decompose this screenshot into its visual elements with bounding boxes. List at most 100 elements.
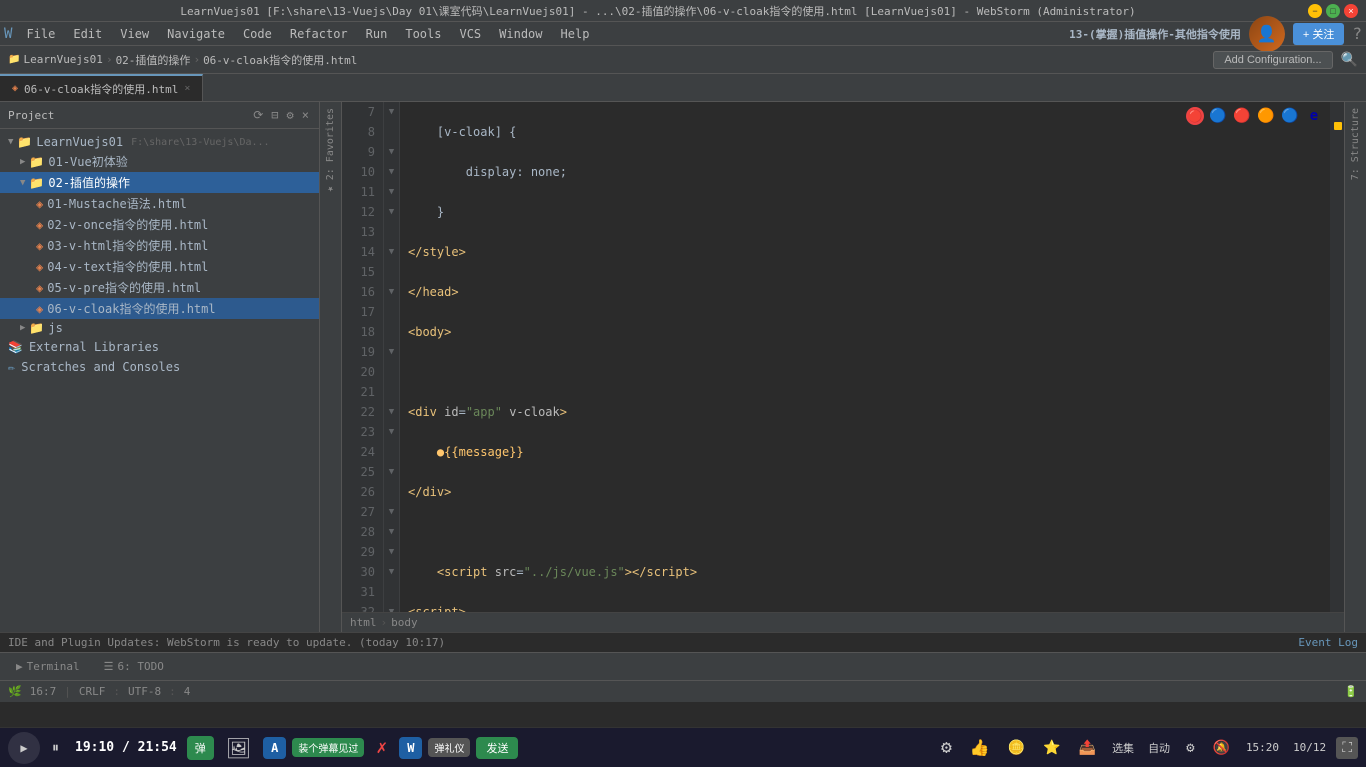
favorites-tab[interactable]: ★ 2: Favorites [322,102,339,200]
sys-tray-quality[interactable]: ⚙ [1180,736,1200,760]
fold-25[interactable]: ▼ [384,462,399,482]
menu-edit[interactable]: Edit [65,25,110,43]
fold-10[interactable]: ▼ [384,162,399,182]
sidebar-close-icon[interactable]: × [300,106,311,124]
taskbar-app-red[interactable]: ✗ [370,733,393,762]
indent-info: 4 [180,685,195,698]
structure-tab[interactable]: 7: Structure [1347,102,1364,186]
sidebar-sync-icon[interactable]: ⟳ [251,106,265,124]
add-config-button[interactable]: Add Configuration... [1213,51,1332,69]
menu-help[interactable]: Help [553,25,598,43]
fold-14[interactable]: ▼ [384,242,399,262]
fold-9[interactable]: ▼ [384,142,399,162]
editor-breadcrumb: html › body [342,612,1344,632]
tab-label: 06-v-cloak指令的使用.html [24,81,178,97]
tree-folder-01[interactable]: ▶ 📁 01-Vue初体验 [0,151,319,172]
fold-30[interactable]: ▼ [384,562,399,582]
sidebar-settings-icon[interactable]: ⚙ [285,106,296,124]
taskbar-send-button[interactable]: 发送 [476,737,518,759]
fold-19[interactable]: ▼ [384,342,399,362]
fold-22[interactable]: ▼ [384,402,399,422]
taskbar-app-blue[interactable]: A [263,737,286,759]
menu-refactor[interactable]: Refactor [282,25,356,43]
fold-32[interactable]: ▼ [384,602,399,612]
follow-button[interactable]: + 关注 [1293,23,1344,45]
tree-file-01mustache[interactable]: ◈ 01-Mustache语法.html [0,193,319,214]
pause-button[interactable]: ⏸ [46,736,65,760]
breadcrumb-file[interactable]: 06-v-cloak指令的使用.html [203,52,357,68]
code-editor: 🔴 🔵 🔴 🟠 🔵 e 7 8 9 10 11 12 13 14 15 16 1… [342,102,1344,632]
fold-16[interactable]: ▼ [384,282,399,302]
menu-window[interactable]: Window [491,25,550,43]
fold-23[interactable]: ▼ [384,422,399,442]
fold-28[interactable]: ▼ [384,522,399,542]
tab-close-button[interactable]: × [184,83,190,94]
code-area[interactable]: 7 8 9 10 11 12 13 14 15 16 17 18 19 20 2… [342,102,1344,612]
ie-btn[interactable]: e [1304,106,1324,126]
event-log-link[interactable]: Event Log [1298,636,1358,649]
menu-view[interactable]: View [112,25,157,43]
todo-icon: ☰ [104,660,114,673]
fold-indicators: ▼ ▼ ▼ ▼ ▼ ▼ ▼ ▼ ▼ ▼ ▼ ▼ [384,102,400,612]
fullscreen-button[interactable]: ⛶ [1336,737,1358,759]
tree-folder-02[interactable]: ▼ 📁 02-插值的操作 [0,172,319,193]
menu-run[interactable]: Run [358,25,396,43]
taskbar-app-word[interactable]: W [399,737,422,759]
safari-btn[interactable]: 🟠 [1256,106,1276,126]
folder-arrow-01: ▶ [20,157,25,167]
fold-27[interactable]: ▼ [384,502,399,522]
user-avatar[interactable]: 👤 [1249,16,1285,52]
chrome-btn[interactable]: 🔴 [1186,107,1204,125]
fold-7[interactable]: ▼ [384,102,399,122]
terminal-button[interactable]: ▶ Terminal [8,658,88,675]
tree-folder-js[interactable]: ▶ 📁 js [0,319,319,337]
breadcrumb-folder[interactable]: 02-插值的操作 [116,52,191,68]
line-ending[interactable]: CRLF [75,685,110,698]
help-icon[interactable]: ? [1352,24,1362,43]
breadcrumb-html-tag: html [350,616,377,629]
breadcrumb-project[interactable]: LearnVuejs01 [23,53,102,66]
menu-vcs[interactable]: VCS [451,25,489,43]
taskbar-like[interactable]: 👍 [964,734,996,761]
taskbar-app-install[interactable]: 装个弹幕见过 [292,738,364,757]
menu-code[interactable]: Code [235,25,280,43]
code-content[interactable]: [v-cloak] { display: none; } </style> </… [400,102,1330,612]
firefox-btn[interactable]: 🔵 [1208,106,1228,126]
fold-11[interactable]: ▼ [384,182,399,202]
menu-navigate[interactable]: Navigate [159,25,233,43]
tree-file-04vtext[interactable]: ◈ 04-v-text指令的使用.html [0,256,319,277]
favorites-panel: ★ 2: Favorites [320,102,342,632]
taskbar-app-img[interactable]: 🖼 [220,732,257,764]
file-tree: ▼ 📁 LearnVuejs01 F:\share\13-Vuejs\Da...… [0,129,319,632]
tree-file-05vpre[interactable]: ◈ 05-v-pre指令的使用.html [0,277,319,298]
sys-tray-auto: 自动 [1144,738,1174,758]
taskbar-settings[interactable]: ⚙ [935,733,958,762]
status-git: 🌿 [8,685,22,698]
tree-file-06vcloak[interactable]: ◈ 06-v-cloak指令的使用.html [0,298,319,319]
tree-external-libraries[interactable]: 📚 External Libraries [0,337,319,357]
fold-29[interactable]: ▼ [384,542,399,562]
opera-btn[interactable]: 🔴 [1232,106,1252,126]
menu-file[interactable]: File [18,25,63,43]
sys-tray-mute[interactable]: 🔕 [1207,736,1236,760]
edge-btn[interactable]: 🔵 [1280,106,1300,126]
taskbar-star[interactable]: ⭐ [1037,736,1066,760]
play-button[interactable]: ▶ [8,732,40,764]
taskbar-coin[interactable]: 🪙 [1002,736,1031,760]
encoding[interactable]: UTF-8 [124,685,165,698]
tree-scratches-consoles[interactable]: ✏ Scratches and Consoles [0,357,319,377]
sidebar-collapse-icon[interactable]: ⊟ [269,106,280,124]
tree-root-folder[interactable]: ▼ 📁 LearnVuejs01 F:\share\13-Vuejs\Da... [0,133,319,151]
fold-12[interactable]: ▼ [384,202,399,222]
tree-file-02vonce[interactable]: ◈ 02-v-once指令的使用.html [0,214,319,235]
file-label-06vcloak: 06-v-cloak指令的使用.html [47,300,215,317]
status-bar: 🌿 16:7 | CRLF : UTF-8 : 4 🔋 [0,680,1366,702]
taskbar-share[interactable]: 📤 [1073,736,1102,760]
active-tab[interactable]: ◈ 06-v-cloak指令的使用.html × [0,74,203,101]
tree-file-03vhtml[interactable]: ◈ 03-v-html指令的使用.html [0,235,319,256]
search-icon[interactable]: 🔍 [1341,52,1358,68]
taskbar-app-etiquette[interactable]: 弹礼仪 [428,738,470,757]
menu-tools[interactable]: Tools [397,25,449,43]
todo-button[interactable]: ☰ 6: TODO [96,658,172,675]
taskbar-app-green[interactable]: 弹 [187,736,214,760]
